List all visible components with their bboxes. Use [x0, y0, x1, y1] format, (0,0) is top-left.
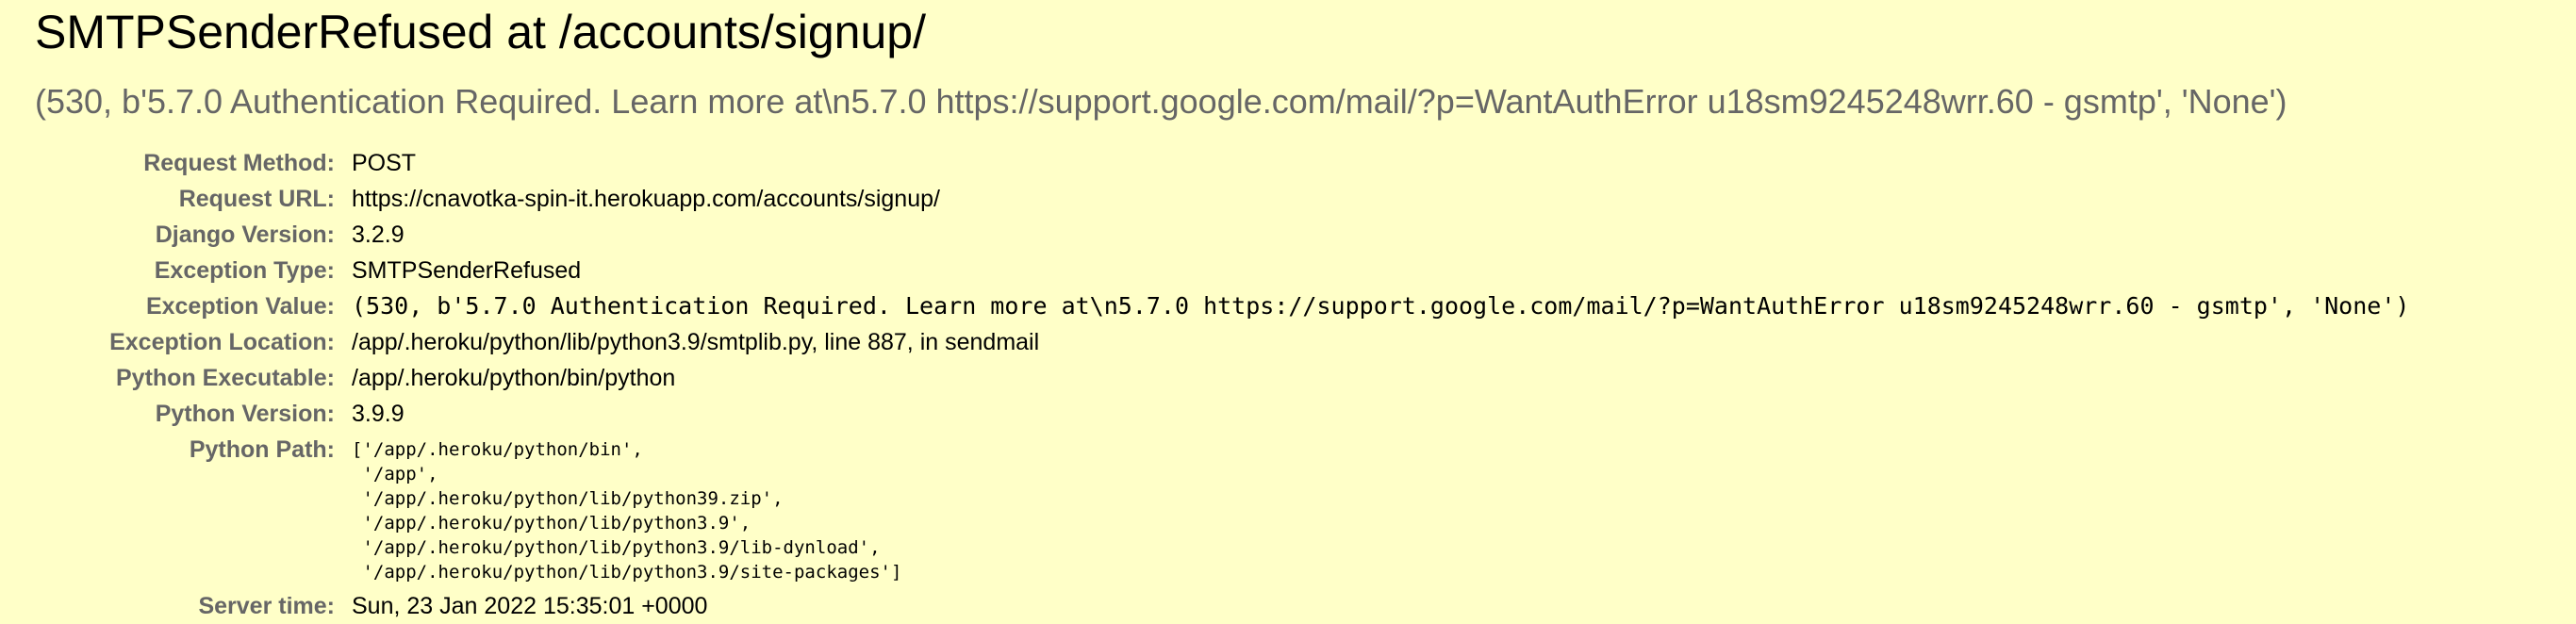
meta-label: Request URL: — [178, 186, 335, 212]
meta-label: Request Method: — [143, 150, 335, 176]
meta-label: Django Version: — [155, 222, 335, 248]
meta-value: https://cnavotka-spin-it.herokuapp.com/a… — [352, 186, 940, 212]
meta-value: 3.2.9 — [352, 222, 405, 248]
meta-row-python-version: Python Version: 3.9.9 — [35, 396, 2409, 432]
meta-label: Python Path: — [189, 436, 335, 463]
meta-label: Python Version: — [155, 401, 335, 427]
meta-value: POST — [352, 150, 417, 176]
meta-label: Server time: — [198, 593, 335, 619]
python-path-cell: ['/app/.heroku/python/bin', '/app', '/ap… — [352, 432, 2409, 588]
page-title: SMTPSenderRefused at /accounts/signup/ — [35, 6, 926, 58]
meta-value: 3.9.9 — [352, 401, 405, 427]
error-summary: SMTPSenderRefused at /accounts/signup/ (… — [0, 0, 2576, 624]
meta-value: Sun, 23 Jan 2022 15:35:01 +0000 — [352, 593, 708, 619]
meta-row-python-executable: Python Executable: /app/.heroku/python/b… — [35, 360, 2409, 396]
meta-value: /app/.heroku/python/bin/python — [352, 365, 676, 391]
meta-value: /app/.heroku/python/lib/python3.9/smtpli… — [352, 329, 1040, 355]
meta-row-server-time: Server time: Sun, 23 Jan 2022 15:35:01 +… — [35, 588, 2409, 624]
meta-row-exception-location: Exception Location: /app/.heroku/python/… — [35, 324, 2409, 360]
meta-value: SMTPSenderRefused — [352, 257, 582, 284]
meta-row-exception-type: Exception Type: SMTPSenderRefused — [35, 253, 2409, 288]
meta-row-request-method: Request Method: POST — [35, 145, 2409, 181]
meta-row-python-path: Python Path: ['/app/.heroku/python/bin',… — [35, 432, 2409, 588]
exception-message: (530, b'5.7.0 Authentication Required. L… — [35, 82, 2287, 121]
meta-row-django-version: Django Version: 3.2.9 — [35, 217, 2409, 253]
meta-label: Exception Value: — [145, 293, 335, 320]
python-path-list: ['/app/.heroku/python/bin', '/app', '/ap… — [352, 439, 902, 583]
meta-row-request-url: Request URL: https://cnavotka-spin-it.he… — [35, 181, 2409, 217]
meta-label: Exception Location: — [109, 329, 335, 355]
meta-value: (530, b'5.7.0 Authentication Required. L… — [352, 292, 2410, 320]
meta-row-exception-value: Exception Value: (530, b'5.7.0 Authentic… — [35, 288, 2410, 324]
meta-label: Python Executable: — [116, 365, 335, 391]
request-meta-table: Request Method: POST Request URL: https:… — [35, 145, 2409, 624]
meta-label: Exception Type: — [154, 257, 335, 284]
